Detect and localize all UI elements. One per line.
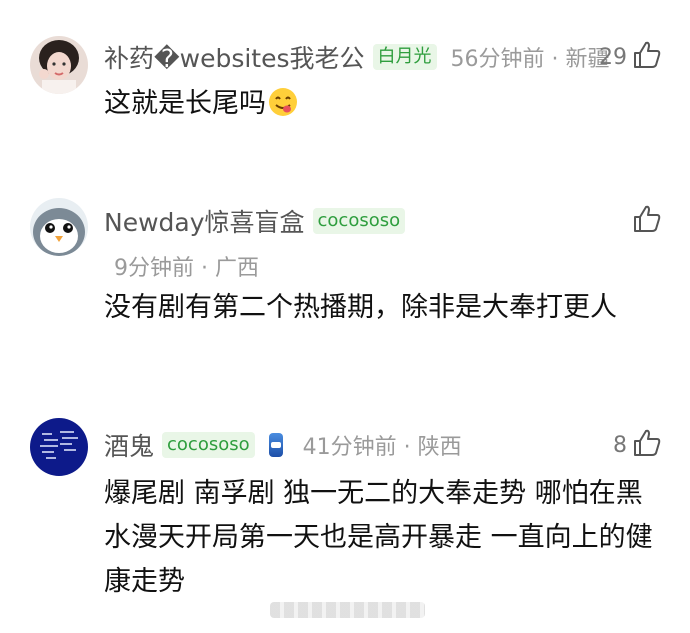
thumbs-up-icon — [632, 428, 662, 462]
timestamp-location: 9分钟前 · 广西 — [114, 256, 259, 281]
like-count: 8 — [613, 432, 627, 458]
user-badge: 白月光 — [372, 44, 437, 70]
penguin-avatar[interactable] — [30, 198, 88, 256]
comment-text: 爆尾剧 南孚剧 独一无二的大奉走势 哪怕在黑水漫天开局第一天也是高开暴走 一直向… — [104, 478, 653, 597]
girl-photo-avatar[interactable] — [30, 36, 88, 94]
timestamp-location: 56分钟前 · 新疆 — [450, 47, 610, 72]
user-badge: cocososo — [162, 432, 255, 458]
yum-face-emoji — [268, 87, 298, 117]
username[interactable]: 补药�websites我老公 — [104, 39, 365, 75]
like-count: 29 — [599, 44, 627, 70]
comment-text: 没有剧有第二个热播期，除非是大奉打更人 — [104, 292, 617, 323]
user-badge: cocososo — [312, 208, 406, 234]
thumbs-up-icon — [632, 204, 662, 238]
timestamp-location: 41分钟前 · 陕西 — [302, 435, 462, 460]
username[interactable]: Newday惊喜盲盒 — [104, 203, 305, 239]
watermark — [270, 602, 425, 618]
thumbs-up-icon — [632, 40, 662, 74]
like-button[interactable]: 29 — [599, 40, 662, 74]
like-button[interactable]: 8 — [613, 428, 662, 462]
like-button[interactable] — [632, 204, 662, 238]
handwritten-blue-avatar[interactable] — [30, 418, 88, 476]
beer-can-icon — [268, 433, 283, 457]
username[interactable]: 酒鬼 — [104, 427, 154, 463]
comment-text: 这就是长尾吗 — [104, 88, 266, 119]
